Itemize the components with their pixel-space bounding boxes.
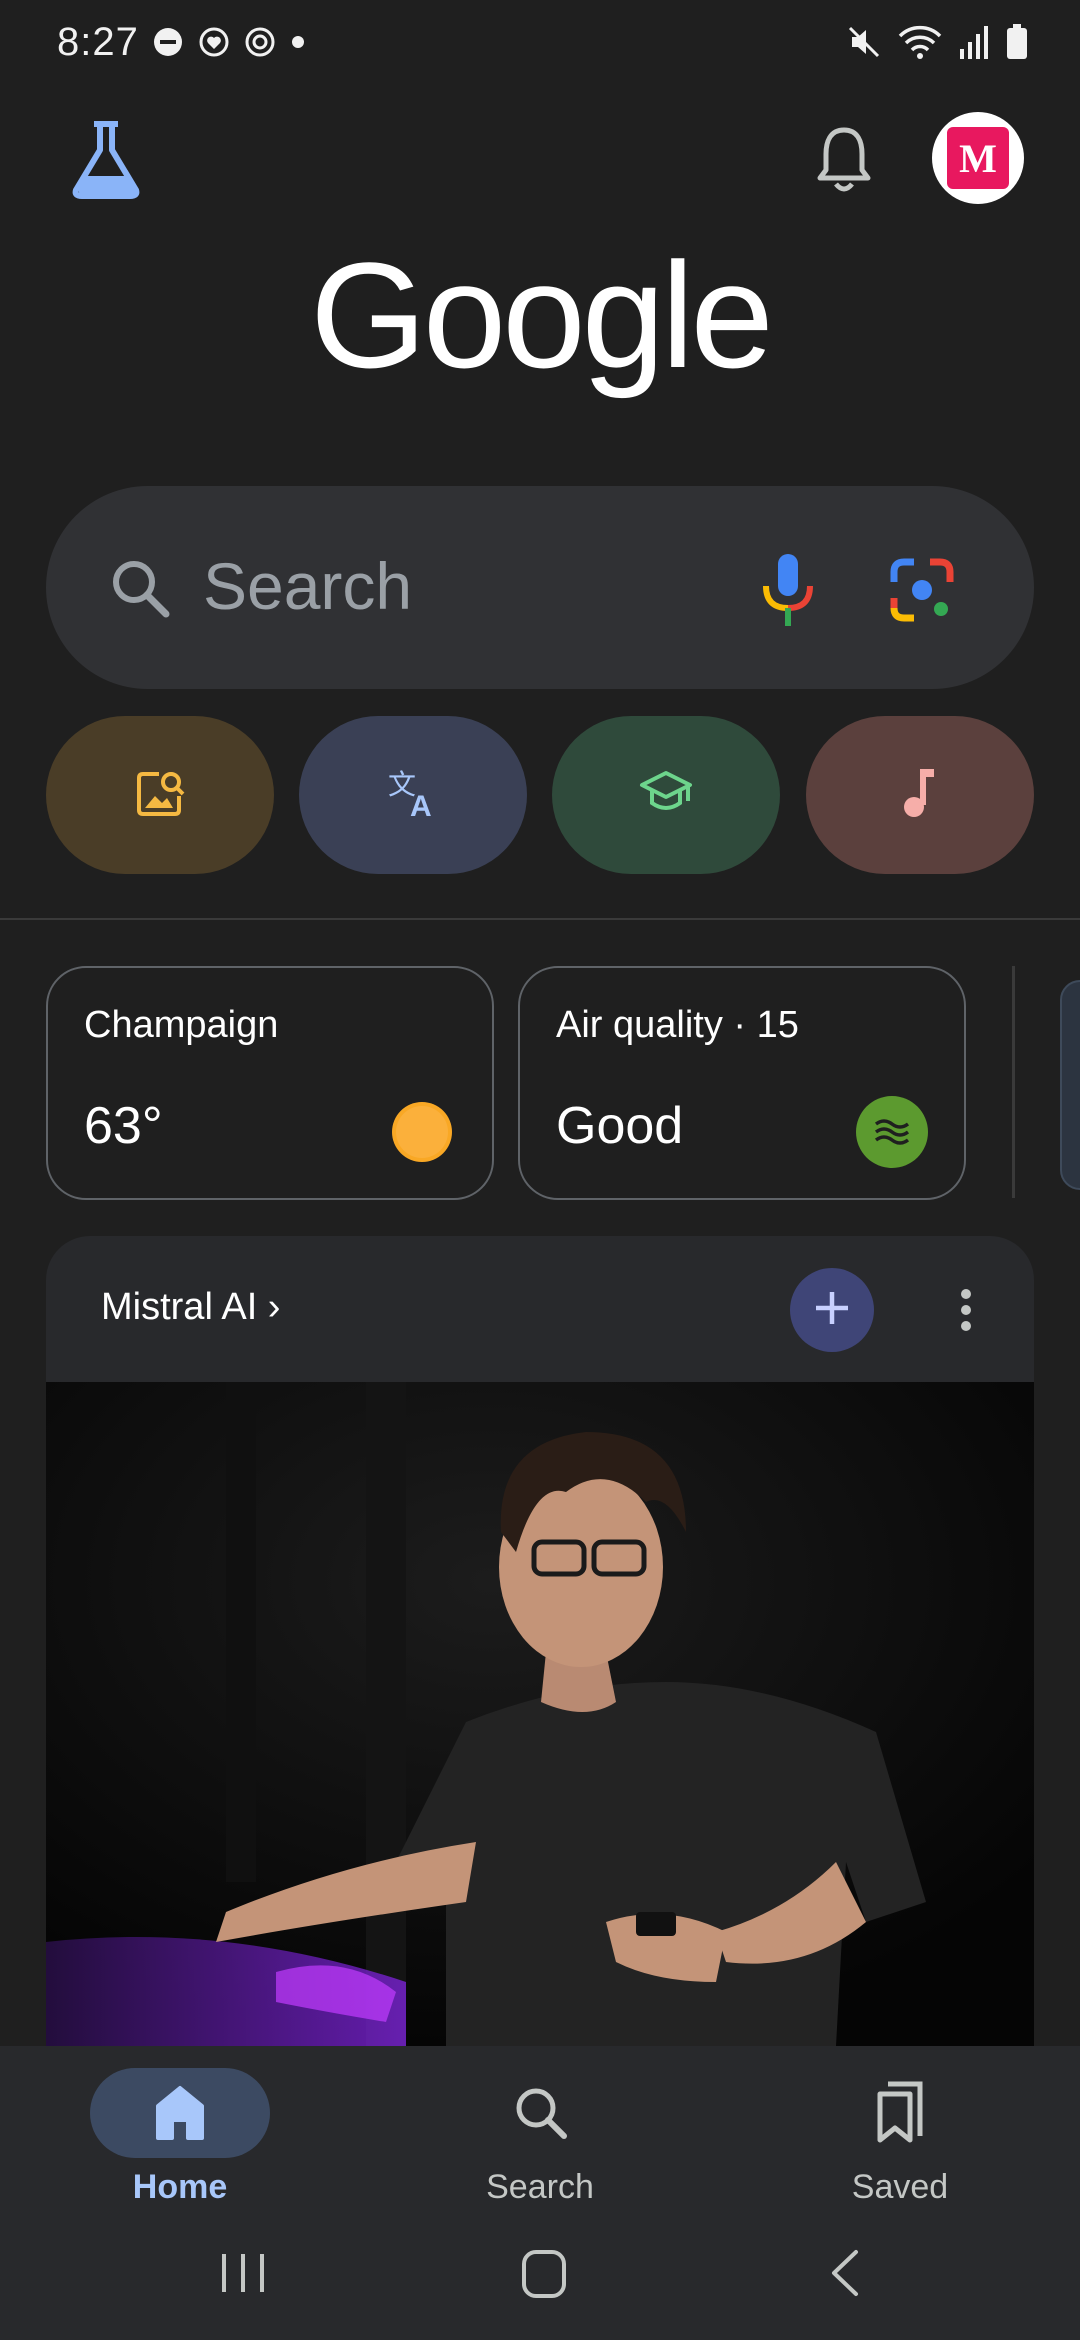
sun-icon (388, 1098, 456, 1166)
wifi-icon (898, 24, 942, 60)
bell-icon[interactable] (812, 124, 876, 196)
sync-icon (244, 26, 276, 58)
school-icon (638, 769, 694, 822)
signal-icon (958, 25, 990, 59)
search-icon (510, 2080, 570, 2146)
more-vert-icon[interactable] (956, 1280, 976, 1340)
mute-icon (846, 24, 882, 60)
heart-badge-icon (198, 26, 230, 58)
lens-icon[interactable] (888, 556, 956, 624)
google-logo: Google (310, 231, 774, 399)
status-icons-right (846, 24, 1028, 60)
image-search-icon (135, 768, 185, 823)
song-search-shortcut[interactable] (806, 716, 1034, 874)
air-quality-status: Good (556, 1097, 684, 1155)
feed-article-image[interactable] (46, 1382, 1034, 2046)
air-quality-title: Air quality · 15 (556, 1004, 799, 1046)
weather-temperature: 63° (84, 1097, 163, 1155)
nav-saved[interactable]: Saved (780, 2056, 1020, 2226)
nav-saved-label: Saved (851, 2168, 949, 2206)
search-input[interactable]: Search (203, 548, 412, 624)
recents-button[interactable] (208, 2238, 278, 2308)
battery-icon (1006, 24, 1028, 60)
status-bar: 8:27 (0, 0, 1080, 86)
air-quality-card[interactable]: Air quality · 15 Good (518, 966, 966, 1200)
do-not-disturb-icon (152, 26, 184, 58)
nav-search[interactable]: Search (420, 2056, 660, 2226)
next-card-peek[interactable] (1060, 980, 1080, 1190)
home-icon (150, 2080, 210, 2146)
weather-card[interactable]: Champaign 63° (46, 966, 494, 1200)
translate-shortcut[interactable]: 文A (299, 716, 527, 874)
status-icons-left (152, 26, 306, 58)
flask-icon[interactable] (70, 120, 142, 200)
plus-icon (812, 1288, 852, 1333)
nav-home-label: Home (132, 2168, 228, 2206)
music-note-icon (900, 767, 940, 824)
divider (0, 918, 1080, 920)
bookmarks-icon (870, 2080, 930, 2146)
air-waves-icon (856, 1096, 928, 1168)
follow-topic-button[interactable] (790, 1268, 874, 1352)
image-search-shortcut[interactable] (46, 716, 274, 874)
feed-topic-link[interactable]: Mistral AI › (101, 1286, 280, 1329)
system-navigation (0, 2210, 1080, 2340)
status-time: 8:27 (57, 20, 139, 64)
homework-shortcut[interactable] (552, 716, 780, 874)
search-icon[interactable] (108, 556, 172, 620)
home-button[interactable] (508, 2238, 578, 2308)
shortcut-row: 文A (46, 716, 1034, 874)
back-button[interactable] (812, 2238, 882, 2308)
avatar[interactable]: M (932, 112, 1024, 204)
nav-search-label: Search (486, 2168, 594, 2206)
dot-icon (290, 26, 306, 58)
avatar-letter: M (947, 127, 1009, 189)
weather-location: Champaign (84, 1004, 279, 1046)
nav-home[interactable]: Home (60, 2056, 300, 2226)
feed-card[interactable]: Mistral AI › (46, 1236, 1034, 2046)
top-bar: M (0, 110, 1080, 220)
card-separator (1012, 966, 1015, 1198)
search-bar[interactable] (46, 486, 1034, 689)
mic-icon[interactable] (758, 552, 818, 628)
feed-header: Mistral AI › (46, 1236, 1034, 1382)
translate-icon: 文A (386, 766, 440, 825)
svg-text:A: A (410, 790, 432, 820)
